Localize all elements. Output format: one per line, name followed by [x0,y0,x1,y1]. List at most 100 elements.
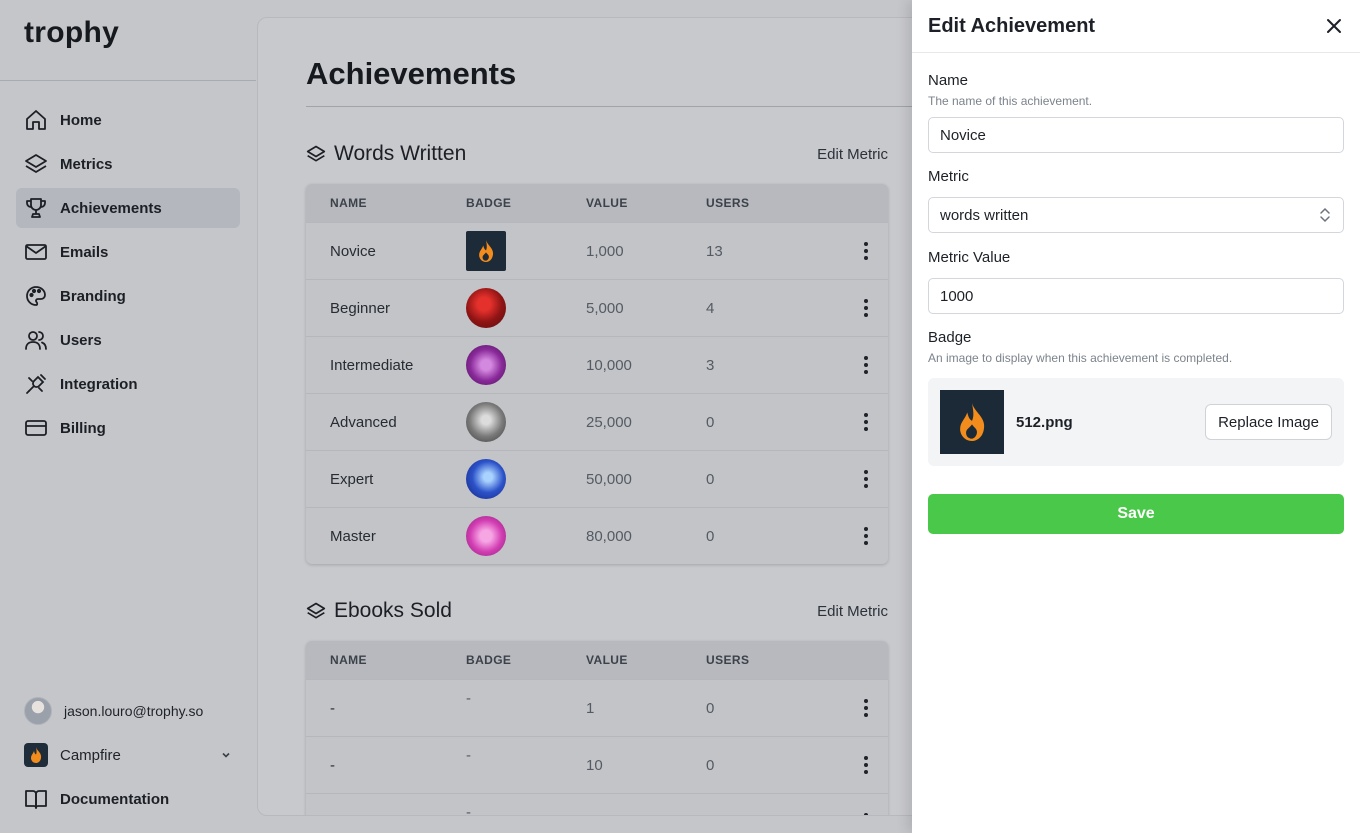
achievement-users: 0 [706,699,715,717]
org-switcher[interactable]: Campfire [24,743,232,767]
table-row[interactable]: Master 80,000 0 [306,507,888,564]
row-menu-button[interactable] [844,356,888,374]
column-header[interactable]: BADGE [466,653,586,667]
name-input[interactable] [928,117,1344,153]
plug-icon [26,374,46,394]
documentation-link[interactable]: Documentation [24,787,169,811]
achievement-users: 3 [706,356,715,374]
sidebar-item-integration[interactable]: Integration [16,364,240,404]
sidebar-item-users[interactable]: Users [16,320,240,360]
achievement-name: Beginner [330,299,391,317]
badge-image [466,288,506,328]
badge-label: Badge [928,329,972,346]
page-title: Achievements [306,56,517,91]
org-name: Campfire [60,746,121,764]
table-row[interactable]: Beginner 5,000 4 [306,279,888,336]
app-logo[interactable]: trophy [24,16,119,50]
badge-image [466,459,506,499]
table-row[interactable]: - - 10 0 [306,736,888,793]
table-row[interactable]: - - 1 0 [306,679,888,736]
sidebar-item-emails[interactable]: Emails [16,232,240,272]
palette-icon [26,286,46,306]
edit-achievement-drawer: Edit Achievement Name The name of this a… [912,0,1360,833]
save-button[interactable]: Save [928,494,1344,534]
edit-metric-button[interactable]: Edit Metric [817,146,888,163]
achievement-name: - [330,756,335,774]
table-row[interactable]: Advanced 25,000 0 [306,393,888,450]
badge-placeholder: - [466,689,471,707]
replace-image-button[interactable]: Replace Image [1205,404,1332,440]
table-row[interactable]: - [306,793,888,815]
sidebar-item-branding[interactable]: Branding [16,276,240,316]
section-header: Words Written Edit Metric [306,142,888,166]
section-title: Words Written [334,142,467,165]
achievement-value: 25,000 [586,413,632,431]
row-menu-button[interactable] [844,527,888,545]
kebab-icon [864,756,868,774]
home-icon [26,110,46,130]
credit-card-icon [25,420,47,436]
metric-select[interactable]: words written [928,197,1344,233]
achievement-value: 1,000 [586,242,624,260]
row-menu-button[interactable] [844,813,888,815]
row-menu-button[interactable] [844,242,888,260]
achievement-name: - [330,699,335,717]
layers-icon [306,145,326,162]
divider [306,106,946,107]
section-header: Ebooks Sold Edit Metric [306,599,888,623]
kebab-icon [864,299,868,317]
badge-upload-box: 512.png Replace Image [928,378,1344,466]
sidebar-item-metrics[interactable]: Metrics [16,144,240,184]
badge-help-text: An image to display when this achievemen… [928,351,1233,365]
kebab-icon [864,813,868,815]
metric-value-input[interactable] [928,278,1344,314]
badge-image [466,516,506,556]
column-header[interactable]: VALUE [586,653,706,667]
sidebar-item-billing[interactable]: Billing [16,408,240,448]
edit-metric-button[interactable]: Edit Metric [817,603,888,620]
sidebar-item-label: Metrics [60,155,113,173]
main-panel: Achievements Words Written Edit Metric N… [257,17,957,816]
table-row[interactable]: Intermediate 10,000 3 [306,336,888,393]
achievement-name: Intermediate [330,356,414,374]
table-row[interactable]: Novice 1,000 13 [306,222,888,279]
sidebar-item-achievements[interactable]: Achievements [16,188,240,228]
row-menu-button[interactable] [844,699,888,717]
sidebar-item-label: Users [60,331,102,349]
trophy-icon [26,198,46,218]
sidebar-nav: Home Metrics Achievements Emails Brandin… [16,100,240,452]
badge-image [466,402,506,442]
column-header[interactable]: BADGE [466,196,586,210]
drawer-title: Edit Achievement [928,14,1096,37]
chevron-up-down-icon [1320,207,1330,223]
table-header: NAME BADGE VALUE USERS [306,184,888,222]
documentation-label: Documentation [60,790,170,808]
kebab-icon [864,242,868,260]
column-header[interactable]: USERS [706,196,826,210]
column-header[interactable]: USERS [706,653,826,667]
column-header[interactable]: NAME [306,653,466,667]
achievements-table: NAME BADGE VALUE USERS - - 1 0 - - 10 0 … [306,641,888,815]
column-header[interactable]: VALUE [586,196,706,210]
section-title: Ebooks Sold [334,599,452,622]
column-header[interactable]: NAME [306,196,466,210]
achievement-users: 4 [706,299,715,317]
close-icon[interactable] [1324,16,1344,36]
account-menu[interactable]: jason.louro@trophy.so [24,697,203,725]
sidebar-item-home[interactable]: Home [16,100,240,140]
org-logo-icon [24,743,48,767]
table-header: NAME BADGE VALUE USERS [306,641,888,679]
achievement-name: Advanced [330,413,397,431]
row-menu-button[interactable] [844,413,888,431]
account-email: jason.louro@trophy.so [64,703,204,719]
table-row[interactable]: Expert 50,000 0 [306,450,888,507]
sidebar-item-label: Branding [60,287,126,305]
achievement-value: 80,000 [586,527,632,545]
layers-icon [25,154,47,173]
drawer-header: Edit Achievement [912,0,1360,53]
row-menu-button[interactable] [844,299,888,317]
achievement-value: 10,000 [586,356,632,374]
row-menu-button[interactable] [844,756,888,774]
row-menu-button[interactable] [844,470,888,488]
kebab-icon [864,413,868,431]
